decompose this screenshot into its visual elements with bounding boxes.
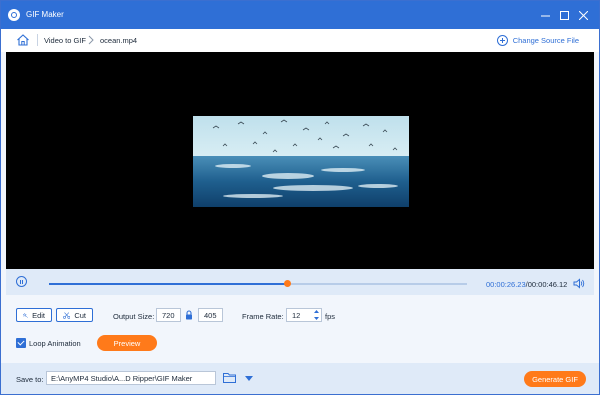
cut-button[interactable]: Cut xyxy=(56,308,93,322)
footer-bar: Save to: E:\AnyMP4 Studio\A...D Ripper\G… xyxy=(1,363,599,394)
spinner-icon[interactable] xyxy=(313,308,320,322)
save-path-text: E:\AnyMP4 Studio\A...D Ripper\GIF Maker xyxy=(51,373,193,383)
output-width-input[interactable]: 720 xyxy=(156,308,181,322)
minimize-icon xyxy=(540,15,550,16)
video-frame-image xyxy=(193,116,409,207)
frame-rate-label: Frame Rate: xyxy=(242,312,284,321)
seek-slider[interactable] xyxy=(49,280,467,287)
change-source-label: Change Source File xyxy=(512,35,579,45)
gif-maker-window: GIF Maker Video to GIF ocean.mp4 Change … xyxy=(0,0,600,395)
preview-button[interactable]: Preview xyxy=(97,335,157,351)
video-preview xyxy=(6,52,594,269)
seek-handle[interactable] xyxy=(284,280,292,287)
home-icon[interactable] xyxy=(16,33,30,47)
app-logo-icon xyxy=(8,9,20,21)
change-source-file-button[interactable]: Change Source File xyxy=(496,33,579,47)
save-path-field[interactable]: E:\AnyMP4 Studio\A...D Ripper\GIF Maker xyxy=(46,371,253,385)
breadcrumb-item-file: ocean.mp4 xyxy=(100,36,138,45)
minimize-button[interactable] xyxy=(537,7,553,23)
fps-unit: fps xyxy=(325,312,336,321)
playback-bar: 00:00:26.23/00:00:46.12 xyxy=(6,269,594,295)
generate-gif-button[interactable]: Generate GIF xyxy=(524,371,586,387)
close-button[interactable] xyxy=(575,7,591,23)
current-time: 00:00:26.23 xyxy=(486,280,526,289)
close-icon xyxy=(578,10,588,20)
volume-icon[interactable] xyxy=(573,278,585,289)
maximize-button[interactable] xyxy=(556,7,572,23)
chevron-right-icon xyxy=(88,35,94,45)
seek-progress xyxy=(49,283,288,285)
loop-animation-checkbox[interactable] xyxy=(16,338,26,348)
output-size-label: Output Size: xyxy=(113,312,155,321)
maximize-icon xyxy=(559,10,569,20)
breadcrumb-divider xyxy=(37,34,38,46)
breadcrumb-item-video-to-gif[interactable]: Video to GIF xyxy=(44,36,86,45)
breadcrumb: Video to GIF ocean.mp4 Change Source Fil… xyxy=(1,29,599,52)
lock-icon[interactable] xyxy=(185,310,193,320)
save-to-label: Save to: xyxy=(16,375,44,384)
plus-circle-icon xyxy=(496,34,508,46)
duration: 00:00:46.12 xyxy=(527,280,568,289)
pause-button[interactable] xyxy=(16,276,27,287)
edit-star-icon xyxy=(23,312,28,318)
frame-rate-value: 12 xyxy=(292,310,301,320)
folder-icon[interactable] xyxy=(223,372,236,383)
cut-label: Cut xyxy=(74,310,86,320)
edit-label: Edit xyxy=(32,310,45,320)
title-bar: GIF Maker xyxy=(1,1,599,29)
loop-animation-label[interactable]: Loop Animation xyxy=(29,339,81,348)
time-display: 00:00:26.23/00:00:46.12 xyxy=(486,280,567,289)
edit-button[interactable]: Edit xyxy=(16,308,52,322)
window-title: GIF Maker xyxy=(26,10,64,19)
scissors-icon xyxy=(63,311,71,319)
output-height-input[interactable]: 405 xyxy=(198,308,223,322)
dropdown-arrow-icon[interactable] xyxy=(245,376,253,381)
